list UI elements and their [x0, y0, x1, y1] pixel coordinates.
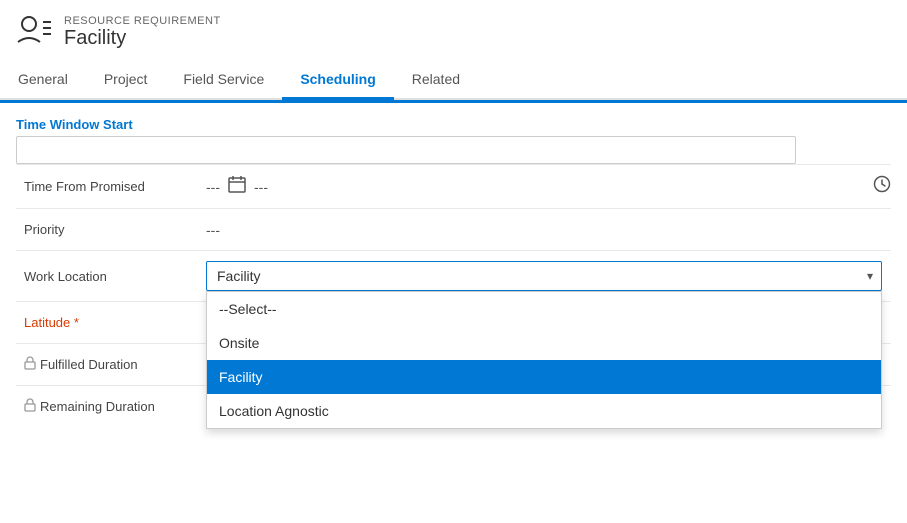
work-location-dropdown-wrapper: Facility ▾ --Select-- Onsite Facility Lo… — [206, 261, 882, 291]
priority-value: --- — [206, 222, 220, 238]
page-header: RESOURCE REQUIREMENT Facility — [0, 0, 907, 61]
work-location-selected-value: Facility — [217, 268, 261, 284]
value-time-from-promised: --- --- — [206, 175, 891, 198]
work-location-select[interactable]: Facility ▾ — [206, 261, 882, 291]
calendar-icon[interactable] — [228, 175, 246, 198]
resource-requirement-icon — [16, 12, 52, 53]
work-location-dropdown-list: --Select-- Onsite Facility Location Agno… — [206, 291, 882, 429]
clock-icon[interactable] — [873, 175, 891, 198]
time-from-promised-value2: --- — [254, 179, 268, 195]
label-time-from-promised: Time From Promised — [16, 179, 206, 194]
form-row-priority: Priority --- — [16, 208, 891, 250]
tab-field-service[interactable]: Field Service — [165, 61, 282, 100]
time-window-start-input[interactable] — [16, 136, 796, 164]
tab-related[interactable]: Related — [394, 61, 478, 100]
header-text: RESOURCE REQUIREMENT Facility — [64, 15, 221, 50]
dropdown-option-location-agnostic[interactable]: Location Agnostic — [207, 394, 881, 428]
dropdown-option-facility[interactable]: Facility — [207, 360, 881, 394]
value-work-location: Facility ▾ --Select-- Onsite Facility Lo… — [206, 261, 891, 291]
lock-icon-fulfilled — [24, 356, 36, 373]
content-area: Time Window Start Time From Promised ---… — [0, 103, 907, 523]
dropdown-option-onsite[interactable]: Onsite — [207, 326, 881, 360]
tab-scheduling[interactable]: Scheduling — [282, 61, 393, 100]
header-subtitle: RESOURCE REQUIREMENT — [64, 15, 221, 27]
lock-icon-remaining — [24, 398, 36, 415]
label-latitude: Latitude — [16, 315, 206, 330]
header-title: Facility — [64, 27, 221, 50]
tab-general[interactable]: General — [0, 61, 86, 100]
form-row-time-from-promised: Time From Promised --- --- — [16, 164, 891, 208]
value-priority: --- — [206, 222, 891, 238]
nav-tabs: General Project Field Service Scheduling… — [0, 61, 907, 100]
dropdown-option-select[interactable]: --Select-- — [207, 292, 881, 326]
chevron-down-icon: ▾ — [867, 269, 873, 283]
time-from-promised-value1: --- — [206, 179, 220, 195]
label-fulfilled-duration: Fulfilled Duration — [16, 356, 206, 373]
label-priority: Priority — [16, 222, 206, 237]
tab-project[interactable]: Project — [86, 61, 166, 100]
form-row-work-location: Work Location Facility ▾ --Select-- Onsi… — [16, 250, 891, 301]
label-work-location: Work Location — [16, 269, 206, 284]
label-remaining-duration: Remaining Duration — [16, 398, 206, 415]
section-label-time-window: Time Window Start — [16, 103, 891, 136]
